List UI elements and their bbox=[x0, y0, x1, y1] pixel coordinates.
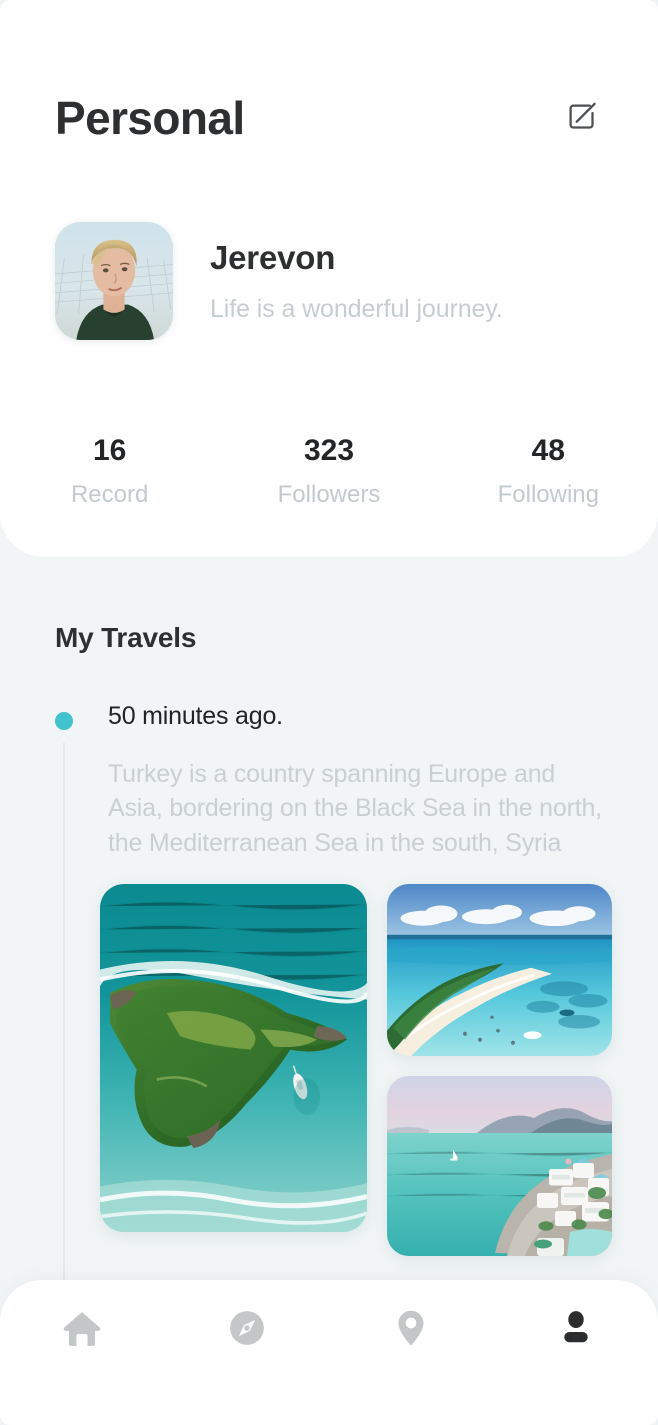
stat-followers[interactable]: 323 Followers bbox=[219, 434, 438, 508]
nav-explore[interactable] bbox=[165, 1280, 330, 1353]
compass-icon bbox=[225, 1306, 269, 1353]
profile-card: Personal bbox=[0, 0, 658, 557]
stat-label: Following bbox=[439, 482, 658, 508]
page-title: Personal bbox=[55, 95, 245, 141]
stat-following[interactable]: 48 Following bbox=[439, 434, 658, 508]
stat-label: Followers bbox=[219, 482, 438, 508]
timeline-description: Turkey is a country spanning Europe and … bbox=[108, 757, 613, 861]
stat-record[interactable]: 16 Record bbox=[0, 434, 219, 508]
user-tagline: Life is a wonderful journey. bbox=[210, 295, 503, 324]
page-header: Personal bbox=[55, 83, 603, 153]
location-pin-icon bbox=[389, 1306, 433, 1353]
edit-profile-button[interactable] bbox=[561, 97, 603, 139]
travel-timeline: 50 minutes ago. Turkey is a country span… bbox=[55, 703, 615, 860]
section-title-my-travels: My Travels bbox=[55, 622, 196, 654]
stat-value: 323 bbox=[219, 434, 438, 467]
stat-value: 48 bbox=[439, 434, 658, 467]
bottom-navigation bbox=[0, 1280, 658, 1425]
stat-label: Record bbox=[0, 482, 219, 508]
person-icon bbox=[554, 1306, 598, 1353]
photo-cliffside-village[interactable] bbox=[387, 1076, 612, 1256]
photo-tropical-beach[interactable] bbox=[387, 884, 612, 1056]
nav-home[interactable] bbox=[0, 1280, 165, 1355]
stat-value: 16 bbox=[0, 434, 219, 467]
home-icon bbox=[59, 1306, 105, 1355]
edit-square-icon bbox=[564, 99, 600, 138]
nav-places[interactable] bbox=[329, 1280, 494, 1353]
profile-stats: 16 Record 323 Followers 48 Following bbox=[0, 434, 658, 508]
travel-photo-gallery bbox=[100, 884, 612, 1256]
user-name: Jerevon bbox=[210, 240, 503, 276]
timeline-timestamp: 50 minutes ago. bbox=[108, 703, 615, 731]
timeline-line bbox=[63, 743, 65, 1323]
profile-identity: Jerevon Life is a wonderful journey. bbox=[55, 222, 503, 340]
identity-text: Jerevon Life is a wonderful journey. bbox=[210, 222, 503, 324]
photo-aerial-island[interactable] bbox=[100, 884, 367, 1232]
timeline-dot-icon bbox=[55, 712, 73, 730]
nav-profile[interactable] bbox=[494, 1280, 658, 1353]
avatar[interactable] bbox=[55, 222, 173, 340]
app-screen: Personal bbox=[0, 0, 658, 1425]
